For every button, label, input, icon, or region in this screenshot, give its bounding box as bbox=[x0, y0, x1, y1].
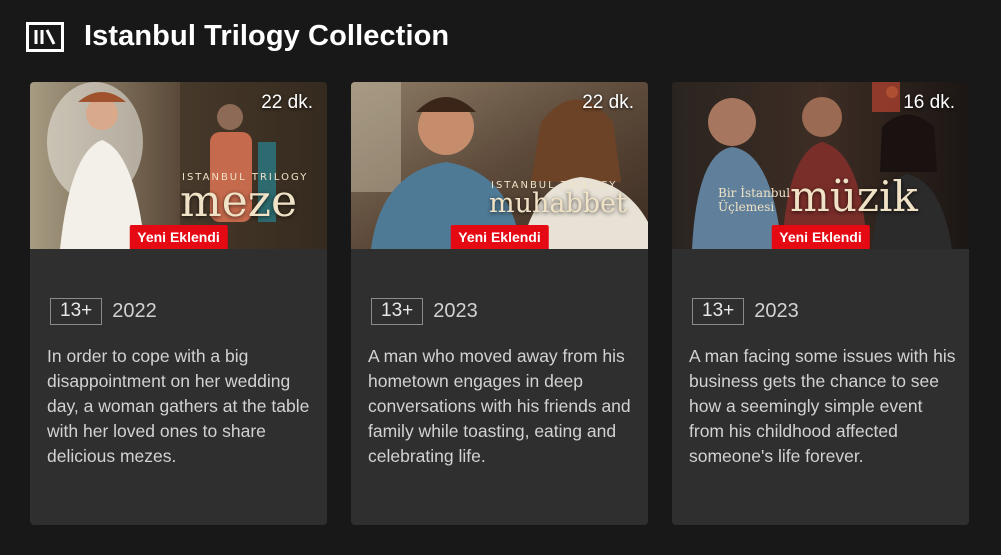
maturity-rating: 13+ bbox=[50, 298, 103, 325]
title-cards: ISTANBUL TRILOGY meze 22 dk. Yeni Eklend… bbox=[30, 82, 969, 525]
show-logo: meze bbox=[180, 176, 297, 227]
thumbnail[interactable]: Bir İstanbul Üçlemesi müzik 16 dk. Yeni … bbox=[672, 82, 969, 249]
release-year: 2023 bbox=[433, 300, 478, 322]
meta-row: 13+ 2022 bbox=[50, 298, 157, 325]
new-badge: Yeni Eklendi bbox=[450, 225, 549, 249]
show-logo: muhabbet bbox=[489, 188, 627, 219]
duration: 22 dk. bbox=[261, 92, 313, 113]
release-year: 2023 bbox=[754, 300, 799, 322]
meta-row: 13+ 2023 bbox=[371, 298, 478, 325]
title-card-muhabbet[interactable]: ISTANBUL TRILOGY muhabbet 22 dk. Yeni Ek… bbox=[351, 82, 648, 525]
duration: 22 dk. bbox=[582, 92, 634, 113]
show-logo: müzik bbox=[790, 172, 918, 221]
thumbnail[interactable]: ISTANBUL TRILOGY muhabbet 22 dk. Yeni Ek… bbox=[351, 82, 648, 249]
maturity-rating: 13+ bbox=[371, 298, 424, 325]
show-logo-subtitle: Bir İstanbul Üçlemesi bbox=[718, 186, 791, 214]
title-card-meze[interactable]: ISTANBUL TRILOGY meze 22 dk. Yeni Eklend… bbox=[30, 82, 327, 525]
collection-header: Istanbul Trilogy Collection bbox=[26, 20, 449, 53]
thumbnail[interactable]: ISTANBUL TRILOGY meze 22 dk. Yeni Eklend… bbox=[30, 82, 327, 249]
title-card-muzik[interactable]: Bir İstanbul Üçlemesi müzik 16 dk. Yeni … bbox=[672, 82, 969, 525]
synopsis: A man facing some issues with his busine… bbox=[689, 346, 956, 466]
collection-icon bbox=[26, 21, 64, 52]
synopsis: In order to cope with a big disappointme… bbox=[47, 346, 310, 466]
page-title: Istanbul Trilogy Collection bbox=[84, 20, 450, 52]
duration: 16 dk. bbox=[903, 92, 955, 113]
maturity-rating: 13+ bbox=[692, 298, 745, 325]
release-year: 2022 bbox=[112, 300, 157, 322]
new-badge: Yeni Eklendi bbox=[129, 225, 228, 249]
new-badge: Yeni Eklendi bbox=[771, 225, 870, 249]
meta-row: 13+ 2023 bbox=[692, 298, 799, 325]
synopsis: A man who moved away from his hometown e… bbox=[368, 346, 631, 466]
